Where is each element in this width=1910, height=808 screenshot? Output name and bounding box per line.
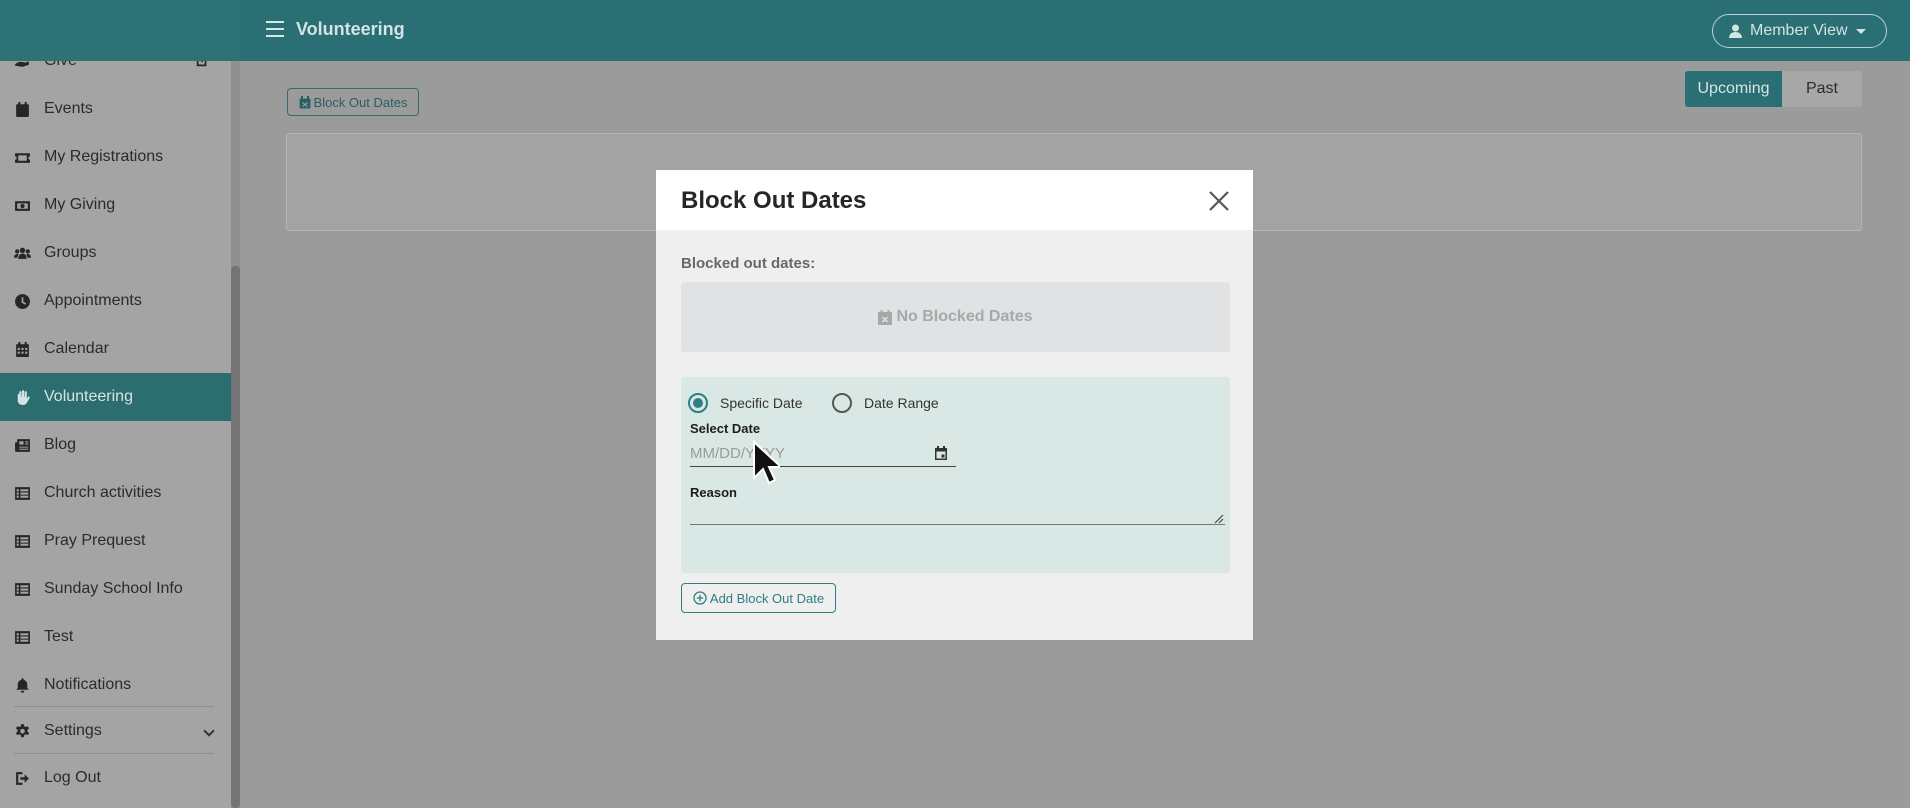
sidebar-item-church-activities[interactable]: Church activities: [0, 469, 231, 517]
radio-date-range[interactable]: Date Range: [832, 393, 939, 413]
list-icon: [15, 486, 30, 500]
reason-input[interactable]: [690, 495, 1225, 525]
top-bar: Volunteering Member View: [0, 0, 1910, 61]
sidebar: Give Events My Registrations My Giving G…: [0, 61, 231, 808]
calendar-icon: [16, 101, 29, 117]
tab-past[interactable]: Past: [1782, 71, 1862, 107]
list-icon: [15, 582, 30, 596]
close-icon[interactable]: [1208, 190, 1230, 212]
sidebar-item-test[interactable]: Test: [0, 613, 231, 661]
sidebar-item-appointments[interactable]: Appointments: [0, 277, 231, 325]
hand-icon: [17, 389, 30, 405]
list-icon: [15, 534, 30, 548]
sidebar-item-volunteering[interactable]: Volunteering: [0, 373, 231, 421]
sidebar-scrollbar[interactable]: [231, 61, 240, 808]
calendar-picker-icon[interactable]: [934, 445, 948, 461]
block-out-dates-button[interactable]: Block Out Dates: [287, 88, 419, 116]
users-icon: [14, 247, 31, 259]
date-input[interactable]: [690, 440, 956, 467]
money-icon: [15, 200, 30, 211]
blocked-dates-label: Blocked out dates:: [681, 255, 816, 272]
gear-icon: [15, 723, 30, 737]
modal-header: Block Out Dates: [656, 170, 1253, 230]
sidebar-item-give[interactable]: Give: [0, 61, 231, 85]
block-out-dates-modal: Block Out Dates Blocked out dates: No Bl…: [656, 170, 1253, 640]
user-icon: [1729, 24, 1742, 38]
sidebar-item-events[interactable]: Events: [0, 85, 231, 133]
blocked-dates-empty-state: No Blocked Dates: [681, 282, 1230, 352]
plus-circle-icon: [693, 591, 707, 605]
calendar-x-icon: [878, 309, 893, 325]
hamburger-menu-icon[interactable]: [266, 21, 284, 37]
modal-title: Block Out Dates: [681, 187, 867, 214]
list-icon: [15, 630, 30, 644]
calendar-grid-icon: [16, 341, 29, 357]
mouse-cursor-icon: [753, 440, 780, 485]
sidebar-item-notifications[interactable]: Notifications: [0, 661, 231, 709]
select-date-label: Select Date: [690, 421, 761, 436]
radio-checked-icon[interactable]: [688, 393, 708, 413]
caret-down-icon: [1855, 28, 1866, 34]
sidebar-item-pray-prequest[interactable]: Pray Prequest: [0, 517, 231, 565]
add-block-out-date-button[interactable]: Add Block Out Date: [681, 583, 836, 613]
page-title: Volunteering: [296, 19, 405, 39]
member-view-button[interactable]: Member View: [1712, 14, 1887, 48]
sidebar-item-settings[interactable]: Settings: [0, 707, 231, 755]
logout-icon: [16, 771, 29, 785]
give-icon: [15, 61, 29, 67]
external-link-icon: [196, 61, 207, 67]
radio-unchecked-icon[interactable]: [832, 393, 852, 413]
brand-area: [0, 0, 240, 61]
sidebar-item-blog[interactable]: Blog: [0, 421, 231, 469]
resize-handle-icon[interactable]: [1212, 512, 1224, 524]
sidebar-item-calendar[interactable]: Calendar: [0, 325, 231, 373]
clock-icon: [15, 293, 30, 309]
sidebar-item-my-registrations[interactable]: My Registrations: [0, 133, 231, 181]
member-view-label: Member View: [1750, 22, 1848, 39]
chevron-down-icon: [203, 725, 215, 737]
upcoming-past-toggle: Upcoming Past: [1685, 71, 1862, 107]
sidebar-item-my-giving[interactable]: My Giving: [0, 181, 231, 229]
calendar-x-icon: [298, 95, 311, 109]
ticket-icon: [15, 152, 30, 163]
sidebar-item-sunday-school-info[interactable]: Sunday School Info: [0, 565, 231, 613]
sidebar-item-log-out[interactable]: Log Out: [0, 754, 231, 802]
bell-icon: [16, 677, 29, 693]
scrollbar-thumb[interactable]: [231, 266, 240, 808]
newspaper-icon: [15, 438, 30, 452]
radio-specific-date[interactable]: Specific Date: [688, 393, 802, 413]
sidebar-item-groups[interactable]: Groups: [0, 229, 231, 277]
tab-upcoming[interactable]: Upcoming: [1685, 71, 1782, 107]
